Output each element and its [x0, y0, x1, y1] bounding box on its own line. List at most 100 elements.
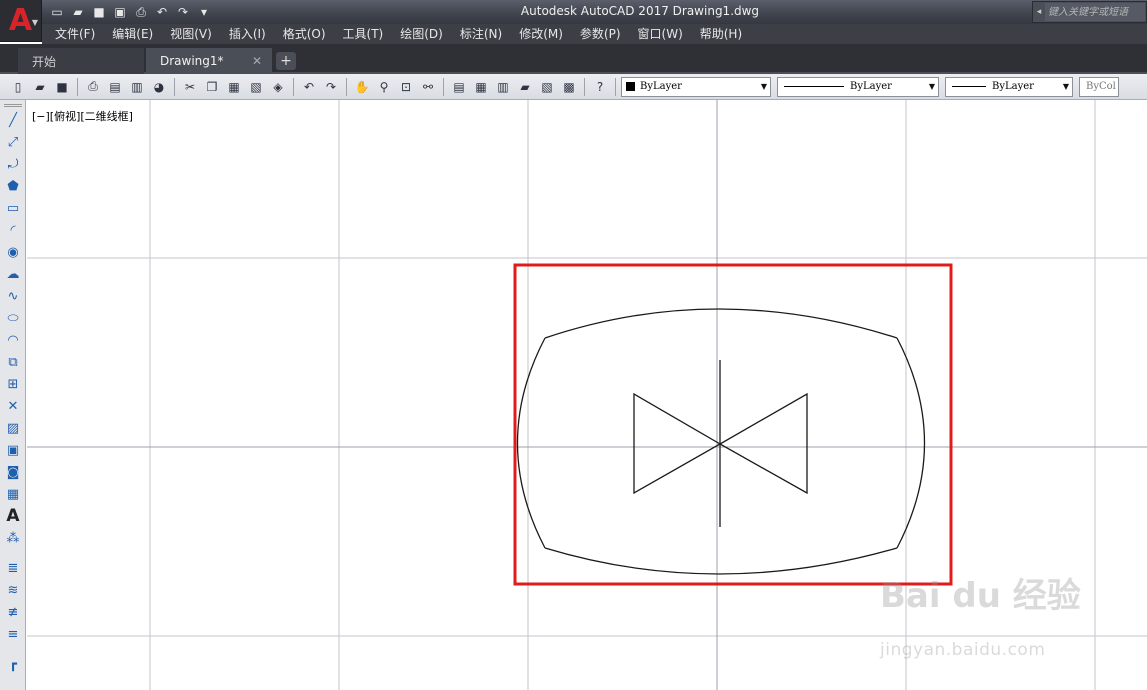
design-center-icon[interactable]: ▦ — [471, 77, 491, 97]
sheet-set-icon[interactable]: ▰ — [515, 77, 535, 97]
zoom-previous-icon[interactable]: ⚯ — [418, 77, 438, 97]
properties-icon[interactable]: ▤ — [449, 77, 469, 97]
match-properties-icon[interactable]: ▧ — [246, 77, 266, 97]
watermark-brand: Bai du 经验 — [880, 576, 1081, 616]
menu-insert[interactable]: 插入(I) — [224, 24, 278, 44]
viewport-controls-label[interactable]: [−][俯视][二维线框] — [32, 108, 133, 124]
valve-right-triangle — [718, 392, 808, 495]
menu-modify[interactable]: 修改(M) — [514, 24, 575, 44]
hatch-icon[interactable]: ▨ — [0, 417, 26, 439]
plotstyle-value: ByCol — [1086, 81, 1116, 92]
zoom-window-icon[interactable]: ⊡ — [396, 77, 416, 97]
menu-file[interactable]: 文件(F) — [50, 24, 107, 44]
table-icon[interactable]: ▦ — [0, 483, 26, 505]
undo-tool-icon[interactable]: ↶ — [299, 77, 319, 97]
line-icon[interactable]: ╱ — [0, 109, 26, 131]
tab-drawing1-label: Drawing1* — [160, 54, 224, 68]
menu-tools[interactable]: 工具(T) — [338, 24, 396, 44]
block-editor-icon[interactable]: ◈ — [268, 77, 288, 97]
point-icon[interactable]: ✕ — [0, 395, 26, 417]
ellipse-icon[interactable]: ⬭ — [0, 307, 26, 329]
application-menu-button[interactable]: A ▼ — [0, 0, 42, 42]
insert-block-icon[interactable]: ⧉ — [0, 351, 26, 373]
print-icon[interactable]: ⎙ — [83, 77, 103, 97]
separator — [584, 77, 585, 96]
layer-states-icon[interactable]: ≋ — [0, 579, 26, 601]
menu-view[interactable]: 视图(V) — [165, 24, 224, 44]
help-icon[interactable]: ? — [590, 77, 610, 97]
color-dropdown[interactable]: ByLayer ▼ — [621, 76, 771, 97]
menu-draw[interactable]: 绘图(D) — [395, 24, 455, 44]
add-selected-icon[interactable]: ⁂ — [0, 527, 26, 549]
search-expand-icon[interactable]: ◂ — [1033, 7, 1045, 17]
baidu-watermark: Bai du 经验 jingyan.baidu.com — [880, 568, 1130, 668]
plot-preview-icon[interactable]: ▤ — [105, 77, 125, 97]
layer-walk-icon[interactable]: ≢ — [0, 601, 26, 623]
menu-help[interactable]: 帮助(H) — [695, 24, 754, 44]
publish-icon[interactable]: ▥ — [127, 77, 147, 97]
multiline-text-icon[interactable]: A — [0, 505, 26, 527]
separator — [174, 77, 175, 96]
menu-edit[interactable]: 编辑(E) — [107, 24, 165, 44]
tab-drawing1[interactable]: Drawing1* ✕ — [146, 48, 272, 74]
menu-format[interactable]: 格式(O) — [278, 24, 338, 44]
save-file-icon[interactable]: ■ — [52, 77, 72, 97]
menu-window[interactable]: 窗口(W) — [633, 24, 695, 44]
menu-dimension[interactable]: 标注(N) — [455, 24, 514, 44]
3d-print-icon[interactable]: ◕ — [149, 77, 169, 97]
valve-symbol[interactable] — [516, 308, 926, 575]
color-value: ByLayer — [640, 81, 682, 92]
plotstyle-dropdown[interactable]: ByCol — [1079, 76, 1119, 97]
chevron-down-icon: ▼ — [31, 18, 38, 27]
circle-icon[interactable]: ◉ — [0, 241, 26, 263]
menu-bar: 文件(F) 编辑(E) 视图(V) 插入(I) 格式(O) 工具(T) 绘图(D… — [42, 24, 1147, 44]
search-input[interactable] — [1045, 3, 1145, 21]
cut-icon[interactable]: ✂ — [180, 77, 200, 97]
qnew-icon[interactable]: ▯ — [8, 77, 28, 97]
calculator-icon[interactable]: ▩ — [559, 77, 579, 97]
toolbar-grip[interactable] — [4, 104, 22, 107]
highlight-box — [513, 263, 953, 586]
valve-left-triangle — [633, 392, 722, 495]
close-icon[interactable]: ✕ — [252, 54, 262, 68]
layer-icon[interactable]: ≣ — [0, 557, 26, 579]
file-tab-bar: 开始 Drawing1* ✕ + — [0, 44, 1147, 74]
zoom-realtime-icon[interactable]: ⚲ — [374, 77, 394, 97]
search-box: ◂ — [1032, 1, 1147, 23]
revision-cloud-icon[interactable]: ☁ — [0, 263, 26, 285]
redo-tool-icon[interactable]: ↷ — [321, 77, 341, 97]
arc-icon[interactable]: ◜ — [0, 219, 26, 241]
open-file-icon[interactable]: ▰ — [30, 77, 50, 97]
ellipse-arc-icon[interactable]: ◠ — [0, 329, 26, 351]
new-tab-button[interactable]: + — [276, 52, 296, 70]
tab-start-label: 开始 — [32, 54, 57, 69]
fillet-icon[interactable]: ┏ — [0, 653, 26, 675]
region-icon[interactable]: ◙ — [0, 461, 26, 483]
frame-bottom-arc — [544, 547, 898, 575]
spline-icon[interactable]: ∿ — [0, 285, 26, 307]
frame-left-arc — [516, 337, 546, 549]
construction-line-icon[interactable]: ⤢ — [0, 131, 26, 153]
make-block-icon[interactable]: ⊞ — [0, 373, 26, 395]
linetype-dropdown[interactable]: ByLayer ▼ — [777, 76, 939, 97]
menu-parametric[interactable]: 参数(P) — [575, 24, 633, 44]
color-swatch — [626, 82, 635, 91]
markup-icon[interactable]: ▧ — [537, 77, 557, 97]
copy-icon[interactable]: ❐ — [202, 77, 222, 97]
rectangle-icon[interactable]: ▭ — [0, 197, 26, 219]
lineweight-preview — [952, 86, 986, 87]
tool-palettes-icon[interactable]: ▥ — [493, 77, 513, 97]
watermark-url: jingyan.baidu.com — [880, 640, 1046, 660]
separator — [346, 77, 347, 96]
separator — [443, 77, 444, 96]
layer-isolate-icon[interactable]: ≡ — [0, 623, 26, 645]
paste-icon[interactable]: ▦ — [224, 77, 244, 97]
linetype-value: ByLayer — [850, 81, 892, 92]
frame-top-arc — [544, 308, 898, 339]
polyline-icon[interactable]: ⤾ — [0, 153, 26, 175]
gradient-icon[interactable]: ▣ — [0, 439, 26, 461]
lineweight-dropdown[interactable]: ByLayer ▼ — [945, 76, 1073, 97]
pan-icon[interactable]: ✋ — [352, 77, 372, 97]
polygon-icon[interactable]: ⬟ — [0, 175, 26, 197]
tab-start[interactable]: 开始 — [18, 48, 144, 74]
